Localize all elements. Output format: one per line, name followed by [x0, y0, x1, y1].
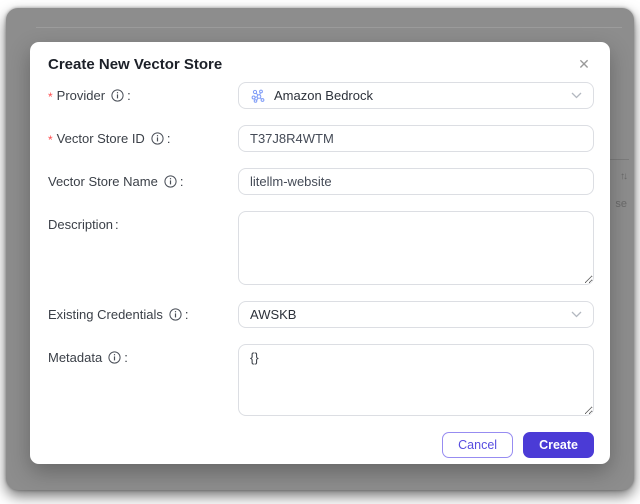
background-header-divider	[36, 27, 622, 28]
description-textarea[interactable]	[238, 211, 594, 285]
metadata-label: Metadata :	[48, 350, 128, 365]
info-icon[interactable]	[111, 89, 124, 102]
required-mark: *	[48, 89, 53, 104]
cancel-button[interactable]: Cancel	[442, 432, 514, 458]
required-mark: *	[48, 132, 53, 147]
metadata-row: Metadata : {}	[44, 344, 594, 416]
create-vector-store-modal: ✕ Create New Vector Store * Provider : A…	[30, 42, 610, 464]
sort-arrows-icon: ↑↓	[620, 171, 628, 182]
provider-label: * Provider :	[48, 88, 131, 104]
existing-credentials-select[interactable]: AWSKB	[238, 301, 594, 328]
description-row: Description :	[44, 211, 594, 285]
modal-title: Create New Vector Store	[48, 56, 223, 73]
description-label: Description :	[48, 217, 119, 232]
create-button[interactable]: Create	[523, 432, 594, 458]
vector-store-id-row: * Vector Store ID :	[44, 125, 594, 152]
bedrock-logo-icon	[250, 88, 266, 104]
existing-credentials-select-value: AWSKB	[250, 307, 297, 322]
vector-store-name-row: Vector Store Name :	[44, 168, 594, 195]
info-icon[interactable]	[108, 351, 121, 364]
existing-credentials-label: Existing Credentials :	[48, 307, 189, 322]
chevron-down-icon	[571, 311, 582, 318]
provider-select-value: Amazon Bedrock	[274, 88, 373, 103]
chevron-down-icon	[571, 92, 582, 99]
vector-store-id-input[interactable]	[238, 125, 594, 152]
background-partial-text: se	[615, 198, 627, 210]
vector-store-name-input[interactable]	[238, 168, 594, 195]
metadata-textarea[interactable]: {}	[238, 344, 594, 416]
vector-store-id-label: * Vector Store ID :	[48, 131, 171, 147]
provider-select[interactable]: Amazon Bedrock	[238, 82, 594, 109]
modal-footer: Cancel Create	[44, 432, 594, 458]
existing-credentials-row: Existing Credentials : AWSKB	[44, 301, 594, 328]
info-icon[interactable]	[169, 308, 182, 321]
info-icon[interactable]	[164, 175, 177, 188]
close-icon[interactable]: ✕	[574, 54, 594, 74]
provider-row: * Provider : Amazon Bedrock	[44, 82, 594, 109]
vector-store-name-label: Vector Store Name :	[48, 174, 184, 189]
info-icon[interactable]	[151, 132, 164, 145]
